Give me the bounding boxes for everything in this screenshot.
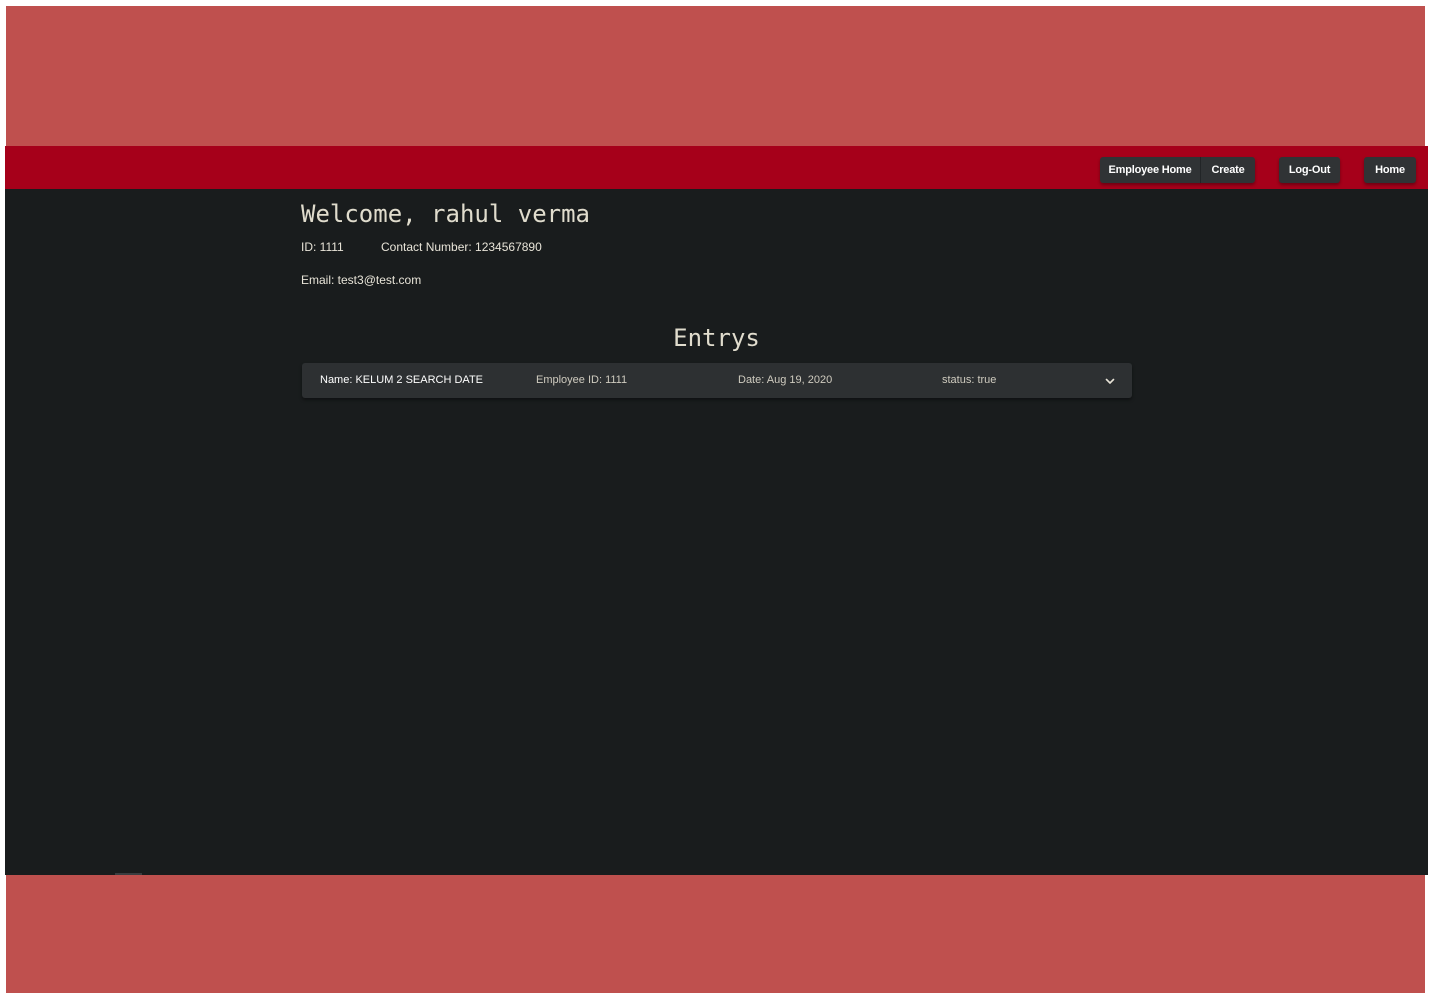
- logout-button[interactable]: Log-Out: [1279, 157, 1340, 183]
- employee-home-button[interactable]: Employee Home: [1100, 157, 1200, 183]
- chevron-down-icon[interactable]: [1102, 373, 1118, 389]
- entries-heading: Entrys: [673, 324, 760, 352]
- navbar: Employee Home Create Log-Out Home: [5, 146, 1428, 189]
- entry-row[interactable]: Name: KELUM 2 SEARCH DATE Employee ID: 1…: [302, 363, 1132, 398]
- contact-number-text: Contact Number: 1234567890: [381, 240, 542, 254]
- employee-id-text: ID: 1111: [301, 240, 344, 254]
- nav-button-group: Employee Home Create: [1100, 157, 1255, 183]
- create-button[interactable]: Create: [1200, 157, 1255, 183]
- frame-top: [6, 6, 1425, 146]
- home-button[interactable]: Home: [1364, 157, 1416, 183]
- scroll-tab: [115, 873, 142, 875]
- frame-bottom: [6, 875, 1425, 993]
- email-text: Email: test3@test.com: [301, 273, 422, 287]
- entry-status: status: true: [942, 374, 997, 386]
- entry-employee-id: Employee ID: 1111: [536, 374, 628, 386]
- entry-name: Name: KELUM 2 SEARCH DATE: [320, 374, 484, 386]
- entry-date: Date: Aug 19, 2020: [738, 374, 833, 386]
- welcome-heading: Welcome, rahul verma: [301, 200, 590, 228]
- app-window: Employee Home Create Log-Out Home Welcom…: [5, 146, 1428, 875]
